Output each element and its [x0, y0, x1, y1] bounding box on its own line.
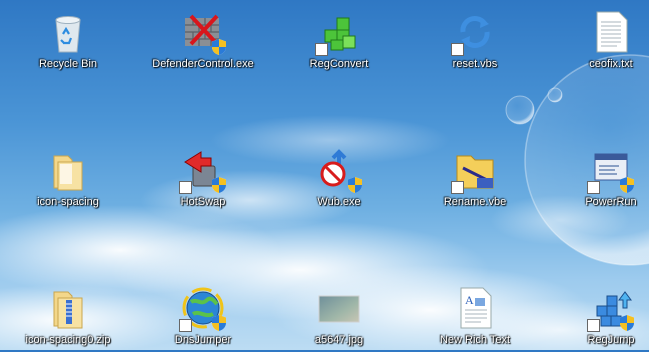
registry-cubes-icon	[315, 10, 361, 56]
shortcut-arrow-icon	[587, 181, 600, 194]
uac-shield-icon	[348, 177, 362, 193]
icon-label: PowerRun	[585, 196, 637, 208]
desktop-icon-regconvert[interactable]: RegConvert	[291, 6, 387, 76]
registry-jump-icon	[587, 286, 634, 332]
shortcut-arrow-icon	[179, 319, 192, 332]
icon-label: ceofix.txt	[589, 58, 633, 70]
uac-shield-icon	[212, 39, 226, 55]
shortcut-arrow-icon	[451, 43, 464, 56]
recycle-bin-icon	[46, 10, 90, 54]
zip-folder-icon	[46, 286, 90, 330]
shortcut-arrow-icon	[587, 319, 600, 332]
shortcut-arrow-icon	[315, 43, 328, 56]
desktop-icon-ceofix-txt[interactable]: ceofix.txt	[563, 6, 649, 76]
uac-shield-icon	[212, 177, 226, 193]
shortcut-arrow-icon	[451, 181, 464, 194]
desktop-icon-a5647-jpg[interactable]: a5647.jpg	[291, 282, 387, 352]
desktop-icon-dnsjumper[interactable]: DnsJumper	[155, 282, 251, 352]
globe-icon	[179, 286, 226, 332]
desktop-icon-icon-spacing0-zip[interactable]: icon-spacing0.zip	[20, 282, 116, 352]
script-folder-icon	[451, 148, 497, 194]
desktop-icon-powerrun[interactable]: PowerRun	[563, 144, 649, 214]
desktop-icon-hotswap[interactable]: HotSwap	[155, 144, 251, 214]
icon-label: HotSwap	[180, 196, 226, 208]
icon-label: icon-spacing0.zip	[25, 334, 111, 346]
desktop-icon-defendercontrol[interactable]: DefenderControl.exe	[152, 6, 254, 76]
folder-icon	[46, 148, 90, 192]
icon-label: Rename.vbe	[443, 196, 507, 208]
icon-label: reset.vbs	[452, 58, 498, 70]
refresh-icon	[451, 10, 497, 56]
icon-label: a5647.jpg	[314, 334, 364, 346]
desktop-icon-regjump[interactable]: RegJump	[563, 282, 649, 352]
icon-label: New Rich Text	[439, 334, 511, 346]
icon-label: DefenderControl.exe	[152, 58, 254, 70]
icon-label: DnsJumper	[174, 334, 232, 346]
desktop-icon-icon-spacing[interactable]: icon-spacing	[20, 144, 116, 214]
icon-label: icon-spacing	[37, 196, 99, 208]
no-update-icon	[317, 148, 362, 193]
icon-label: RegJump	[587, 334, 635, 346]
desktop-icon-wub-exe[interactable]: Wub.exe	[291, 144, 387, 214]
uac-shield-icon	[620, 177, 634, 193]
desktop-icon-rename-vbe[interactable]: Rename.vbe	[427, 144, 523, 214]
uac-shield-icon	[212, 315, 226, 331]
svg-text:A: A	[465, 293, 474, 307]
desktop-icon-recycle-bin[interactable]: Recycle Bin	[20, 6, 116, 76]
image-thumbnail-icon	[317, 286, 361, 330]
rich-text-document-icon: A	[453, 286, 497, 330]
hotswap-drive-icon	[179, 148, 226, 194]
icon-label: Recycle Bin	[38, 58, 98, 70]
text-file-icon	[589, 10, 633, 54]
icon-label: RegConvert	[309, 58, 369, 70]
power-window-icon	[587, 148, 634, 194]
uac-shield-icon	[620, 315, 634, 331]
desktop-icon-new-rich-text[interactable]: A New Rich Text	[427, 282, 523, 352]
shortcut-arrow-icon	[179, 181, 192, 194]
icon-label: Wub.exe	[317, 196, 361, 208]
firewall-icon	[181, 10, 226, 55]
desktop-icon-reset-vbs[interactable]: reset.vbs	[427, 6, 523, 76]
